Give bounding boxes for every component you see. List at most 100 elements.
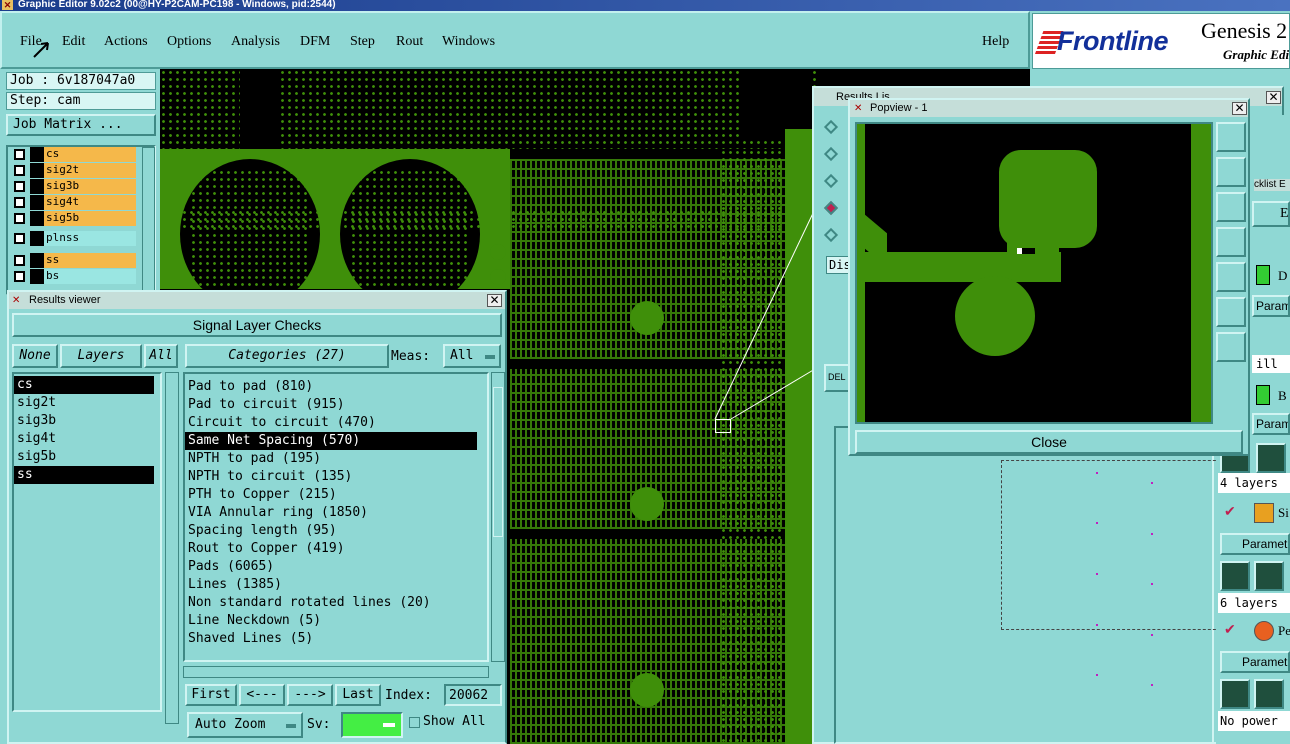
category-item[interactable]: Same Net Spacing (570) (185, 432, 477, 450)
result-layer-item[interactable]: ss (14, 466, 154, 484)
category-item[interactable]: Lines (1385) (185, 576, 477, 594)
run-icon[interactable] (1254, 561, 1284, 591)
popview-canvas[interactable] (855, 122, 1213, 424)
menu-dfm[interactable]: DFM (300, 34, 330, 50)
run-icon[interactable] (1256, 443, 1286, 473)
menu-help[interactable]: Help (982, 34, 1009, 50)
category-item[interactable]: Rout to Copper (419) (185, 540, 477, 558)
show-all-checkbox[interactable] (409, 717, 420, 728)
menu-actions[interactable]: Actions (104, 34, 148, 50)
results-viewer-close-icon[interactable]: ✕ (487, 294, 502, 307)
category-item[interactable]: Line Neckdown (5) (185, 612, 477, 630)
pan-left-icon[interactable] (1216, 227, 1246, 257)
result-layer-item[interactable]: sig2t (14, 394, 154, 412)
layer-row[interactable]: sig4t (10, 195, 136, 210)
categories-vscrollbar[interactable] (491, 372, 505, 662)
radio-option[interactable] (823, 146, 839, 162)
popview-close-button[interactable]: Close (855, 430, 1243, 454)
pan-down-icon[interactable] (1216, 192, 1246, 222)
category-item[interactable]: Spacing length (95) (185, 522, 477, 540)
popview-close-icon[interactable]: ✕ (1232, 102, 1247, 115)
fit-screen-icon[interactable] (1216, 297, 1246, 327)
radio-option-selected[interactable] (823, 200, 839, 216)
categories-scroll-thumb[interactable] (493, 387, 503, 537)
layers4-field[interactable]: 4 layers (1218, 473, 1290, 493)
layer-row[interactable]: sig2t (10, 163, 136, 178)
categories-list[interactable]: Pad to pad (810) Pad to circuit (915) Circ… (183, 372, 489, 662)
next-button[interactable]: ---> (287, 684, 333, 706)
layer-row[interactable]: sig5b (10, 211, 136, 226)
menu-analysis[interactable]: Analysis (231, 34, 280, 50)
result-layer-item[interactable]: sig3b (14, 412, 154, 430)
layer-row[interactable]: bs (10, 269, 136, 284)
pan-right-icon[interactable] (1216, 262, 1246, 292)
last-button[interactable]: Last (335, 684, 381, 706)
result-layer-item[interactable]: sig5b (14, 448, 154, 466)
results-list-close-icon[interactable]: ✕ (1266, 91, 1281, 104)
layer-row[interactable]: cs (10, 147, 136, 162)
layer-list-scrollbar[interactable] (142, 147, 155, 293)
layer-checkbox[interactable] (14, 271, 25, 282)
category-item[interactable]: Pad to pad (810) (185, 378, 477, 396)
meas-select[interactable]: All (443, 344, 501, 368)
sv-color-select[interactable] (341, 712, 403, 738)
menu-windows[interactable]: Windows (442, 34, 495, 50)
menu-rout[interactable]: Rout (396, 34, 423, 50)
radio-option[interactable] (823, 119, 839, 135)
layer-row[interactable]: sig3b (10, 179, 136, 194)
all-button[interactable]: All (144, 344, 178, 368)
layer-row[interactable]: ss (10, 253, 136, 268)
prev-button[interactable]: <--- (239, 684, 285, 706)
popview-titlebar[interactable]: Popview - 1 (850, 100, 1248, 117)
param-button-3[interactable]: Paramet (1220, 533, 1290, 555)
none-button[interactable]: None (12, 344, 58, 368)
no-power-field[interactable]: No power (1218, 711, 1290, 731)
run-icon[interactable] (1220, 561, 1250, 591)
category-item[interactable]: Shaved Lines (5) (185, 630, 477, 648)
run-icon[interactable] (1254, 679, 1284, 709)
layer-checkbox[interactable] (14, 197, 25, 208)
radio-option[interactable] (823, 227, 839, 243)
param-button-2[interactable]: Paramet (1252, 413, 1290, 435)
layer-checkbox[interactable] (14, 181, 25, 192)
category-item[interactable]: PTH to Copper (215) (185, 486, 477, 504)
layer-row[interactable]: plnss (10, 231, 136, 246)
layer-checkbox[interactable] (14, 149, 25, 160)
layers-button[interactable]: Layers (60, 344, 142, 368)
results-viewer-titlebar[interactable]: Results viewer (9, 292, 505, 309)
layer-checkbox[interactable] (14, 165, 25, 176)
results-layer-scrollbar[interactable] (165, 372, 179, 724)
run-icon[interactable] (1220, 679, 1250, 709)
job-matrix-button[interactable]: Job Matrix ... (6, 114, 156, 136)
layer-checkbox[interactable] (14, 233, 25, 244)
pan-up-icon[interactable] (1216, 157, 1246, 187)
categories-hscrollbar[interactable] (183, 666, 489, 678)
layer-checkbox[interactable] (14, 255, 25, 266)
category-item[interactable]: Pads (6065) (185, 558, 477, 576)
param-button-4[interactable]: Paramet (1220, 651, 1290, 673)
category-item[interactable]: Circuit to circuit (470) (185, 414, 477, 432)
result-layer-item[interactable]: cs (14, 376, 154, 394)
menu-edit[interactable]: Edit (62, 34, 85, 50)
results-layer-list[interactable]: cs sig2t sig3b sig4t sig5b ss (12, 372, 162, 712)
categories-button[interactable]: Categories (27) (185, 344, 389, 368)
first-button[interactable]: First (185, 684, 237, 706)
radio-option[interactable] (823, 173, 839, 189)
checklist-edit-button[interactable]: Edit (1252, 201, 1290, 227)
layers6-field[interactable]: 6 layers (1218, 593, 1290, 613)
category-item[interactable]: VIA Annular ring (1850) (185, 504, 477, 522)
zoom-mode-select[interactable]: Auto Zoom (187, 712, 303, 738)
window-titlebar[interactable]: ✕ Graphic Editor 9.02c2 (00@HY-P2CAM-PC1… (0, 0, 1290, 11)
layer-checkbox[interactable] (14, 213, 25, 224)
zoom-home-icon[interactable] (1216, 332, 1246, 362)
category-item[interactable]: NPTH to circuit (135) (185, 468, 477, 486)
menu-step[interactable]: Step (350, 34, 375, 50)
zoom-window-icon[interactable] (1216, 122, 1246, 152)
index-input[interactable] (444, 684, 502, 706)
result-layer-item[interactable]: sig4t (14, 430, 154, 448)
menu-options[interactable]: Options (167, 34, 211, 50)
param-button-1[interactable]: Paramet (1252, 295, 1290, 317)
category-item[interactable]: NPTH to pad (195) (185, 450, 477, 468)
window-app-icon[interactable]: ✕ (2, 0, 13, 10)
category-item[interactable]: Pad to circuit (915) (185, 396, 477, 414)
